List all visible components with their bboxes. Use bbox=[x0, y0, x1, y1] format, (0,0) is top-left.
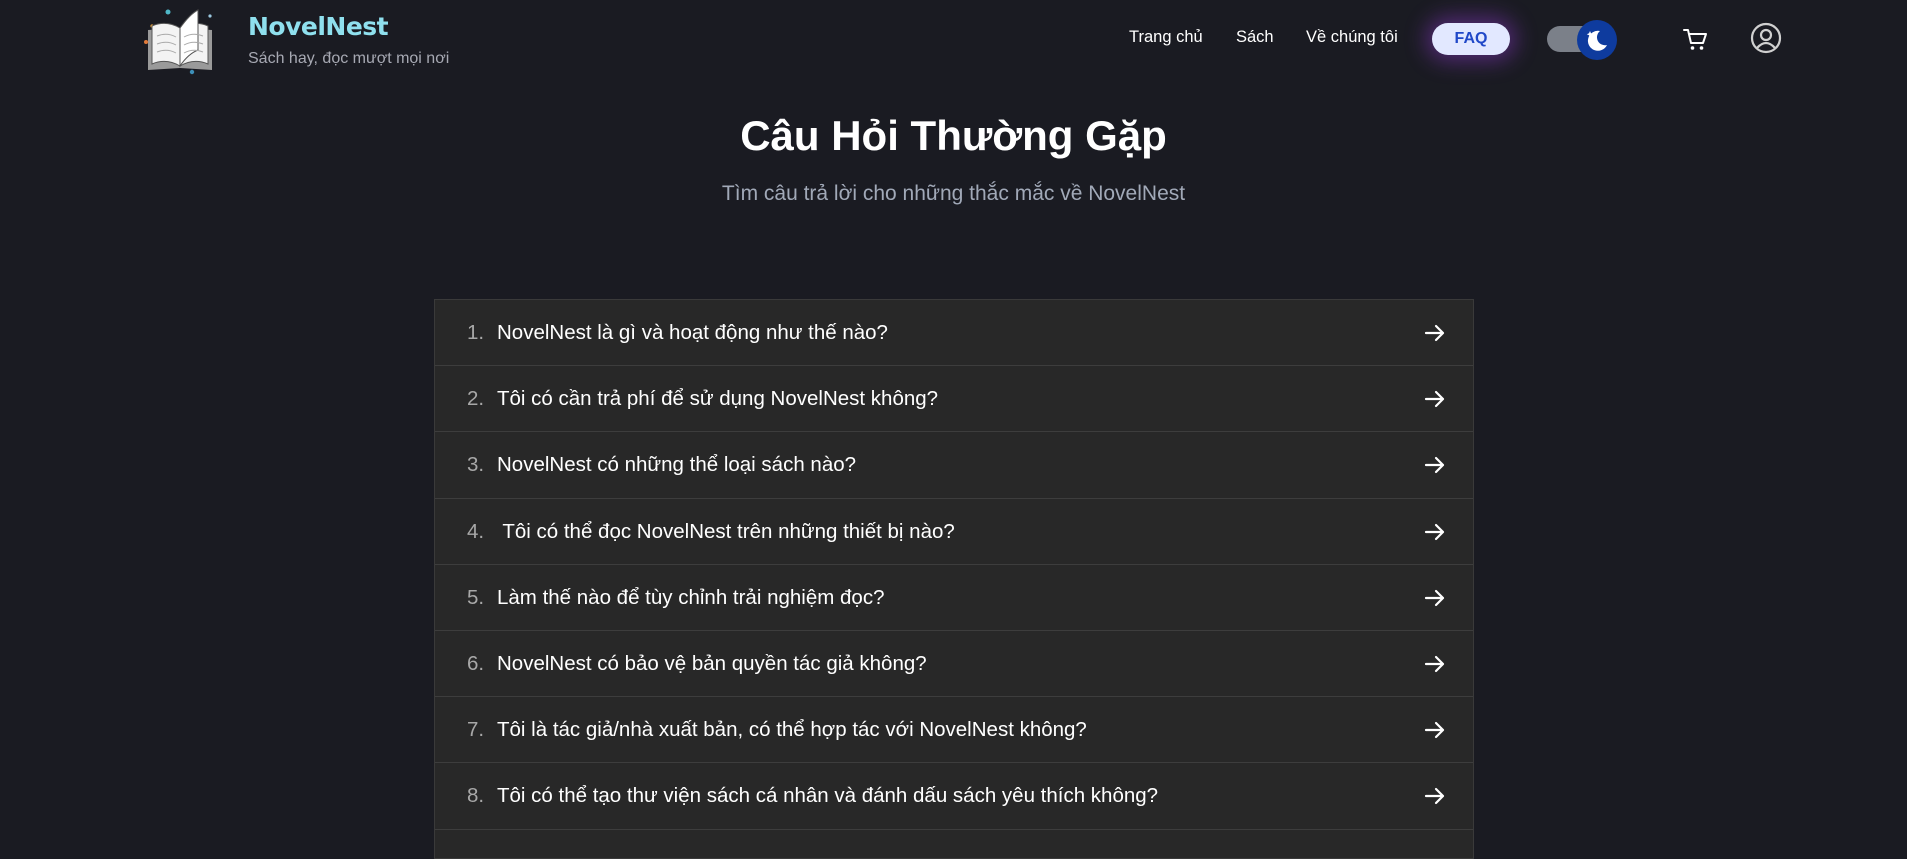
faq-question: Làm thế nào để tùy chỉnh trải nghiệm đọc… bbox=[497, 585, 885, 609]
faq-number: 5. bbox=[467, 585, 485, 609]
faq-question: Tôi có thể tạo thư viện sách cá nhân và … bbox=[497, 784, 1159, 808]
faq-number: 6. bbox=[467, 651, 485, 675]
faq-question: NovelNest có bảo vệ bản quyền tác giả kh… bbox=[497, 651, 927, 675]
faq-item-2[interactable]: 2. Tôi có cần trả phí để sử dụng NovelNe… bbox=[435, 366, 1473, 433]
nav-books-link[interactable]: Sách bbox=[1236, 28, 1274, 47]
page-title: Câu Hỏi Thường Gặp bbox=[740, 112, 1167, 159]
arrow-right-icon bbox=[1424, 457, 1445, 474]
arrow-right-icon bbox=[1424, 324, 1445, 342]
faq-number: 2. bbox=[467, 387, 485, 411]
faq-item-6[interactable]: 6. NovelNest có bảo vệ bản quyền tác giả… bbox=[435, 631, 1473, 698]
theme-toggle[interactable] bbox=[1547, 20, 1617, 60]
arrow-right-icon bbox=[1424, 722, 1445, 739]
faq-item-7[interactable]: 7. Tôi là tác giả/nhà xuất bản, có thể h… bbox=[435, 697, 1473, 764]
theme-toggle-knob bbox=[1577, 20, 1617, 60]
faq-list: 1. NovelNest là gì và hoạt động như thế … bbox=[434, 299, 1474, 859]
nav-home-link[interactable]: Trang chủ bbox=[1129, 28, 1203, 47]
faq-item-3[interactable]: 3. NovelNest có những thể loại sách nào? bbox=[435, 432, 1473, 499]
faq-item-5[interactable]: 5. Làm thế nào để tùy chỉnh trải nghiệm … bbox=[435, 565, 1473, 631]
faq-question: NovelNest là gì và hoạt động như thế nào… bbox=[497, 321, 888, 344]
brand-tagline: Sách hay, đọc mượt mọi nơi bbox=[248, 50, 450, 67]
user-circle-icon[interactable] bbox=[1750, 22, 1782, 59]
faq-item-8[interactable]: 8. Tôi có thể tạo thư viện sách cá nhân … bbox=[435, 763, 1473, 830]
site-header: NovelNest Sách hay, đọc mượt mọi nơi Tra… bbox=[0, 0, 1907, 78]
arrow-right-icon bbox=[1424, 655, 1445, 673]
faq-number: 7. bbox=[467, 718, 485, 742]
open-book-icon[interactable] bbox=[140, 6, 222, 76]
faq-question: NovelNest có những thể loại sách nào? bbox=[497, 453, 857, 477]
arrow-right-icon bbox=[1424, 589, 1445, 606]
brand-name[interactable]: NovelNest bbox=[248, 12, 389, 41]
faq-item-4[interactable]: 4. Tôi có thể đọc NovelNest trên những t… bbox=[435, 499, 1473, 565]
faq-item-1[interactable]: 1. NovelNest là gì và hoạt động như thế … bbox=[435, 300, 1473, 367]
arrow-right-icon bbox=[1424, 523, 1445, 540]
arrow-right-icon bbox=[1424, 391, 1445, 408]
nav-faq-link[interactable]: FAQ bbox=[1432, 23, 1510, 55]
cart-icon[interactable] bbox=[1681, 25, 1709, 58]
faq-number: 1. bbox=[467, 321, 485, 344]
faq-question: Tôi có cần trả phí để sử dụng NovelNest … bbox=[497, 387, 939, 411]
faq-number: 8. bbox=[467, 784, 485, 808]
page-subtitle: Tìm câu trả lời cho những thắc mắc về No… bbox=[721, 182, 1186, 205]
faq-question: Tôi có thể đọc NovelNest trên những thiế… bbox=[497, 519, 955, 543]
nav-about-link[interactable]: Về chúng tôi bbox=[1306, 28, 1398, 47]
faq-number: 4. bbox=[467, 519, 485, 543]
faq-number: 3. bbox=[467, 453, 485, 477]
moon-icon bbox=[1586, 30, 1607, 51]
faq-question: Tôi là tác giả/nhà xuất bản, có thể hợp … bbox=[497, 718, 1087, 742]
arrow-right-icon bbox=[1424, 788, 1445, 805]
